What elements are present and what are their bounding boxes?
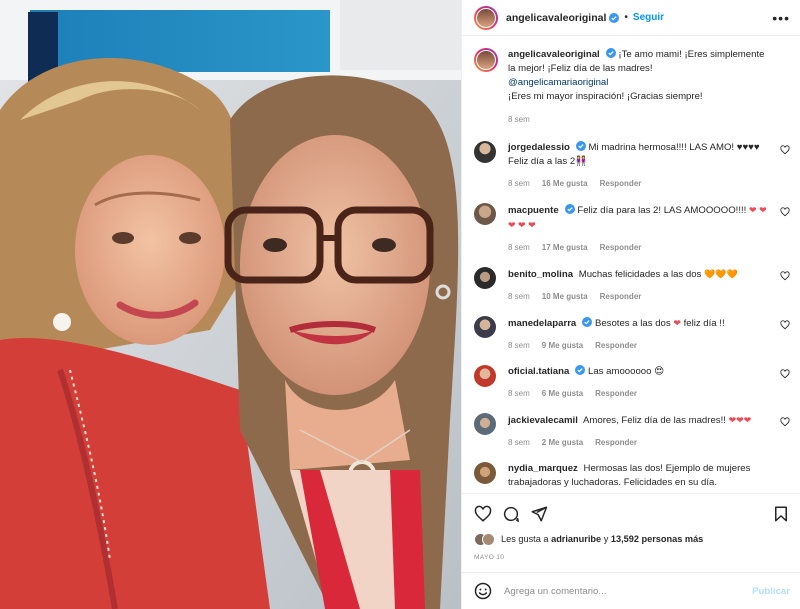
reply-button[interactable]: Responder <box>595 339 637 353</box>
caption: angelicavaleoriginal ¡Te amo mami! ¡Eres… <box>474 48 790 127</box>
comment-icon[interactable] <box>502 505 520 523</box>
comment-item: nydia_marquez Hermosas las dos! Ejemplo … <box>474 462 790 490</box>
comment-likes[interactable]: 17 Me gusta <box>542 241 588 255</box>
comment-item: benito_molina Muchas felicidades a las d… <box>474 267 790 304</box>
post-author-username[interactable]: angelicavaleoriginal <box>506 12 606 24</box>
comment-time[interactable]: 8 sem <box>508 387 530 401</box>
publish-button[interactable]: Publicar <box>752 586 790 597</box>
heart-icon[interactable] <box>780 417 790 427</box>
share-icon[interactable] <box>530 505 548 523</box>
avatar[interactable] <box>474 48 498 72</box>
comment-item: jackievalecamil Amores, Feliz día de las… <box>474 413 790 450</box>
comment-item: oficial.tatiana Las amoooooo 😍 8 sem 6 M… <box>474 365 790 401</box>
comment-hearts: 🧡🧡🧡 <box>704 269 738 279</box>
verified-icon <box>582 317 593 327</box>
caption-time[interactable]: 8 sem <box>508 113 530 127</box>
comment-item: manedelaparra Besotes a las dos ❤ feliz … <box>474 316 790 353</box>
post-viewer: angelicavaleoriginal • Seguir ••• angeli… <box>0 0 800 609</box>
post-photo[interactable] <box>0 0 461 609</box>
likes-conj: y <box>603 534 609 544</box>
comment-text: Las amoooooo 😍 <box>587 366 665 377</box>
comment-text: Muchas felicidades a las dos <box>578 269 702 280</box>
comment-time[interactable]: 8 sem <box>508 339 530 353</box>
reply-button[interactable]: Responder <box>600 290 642 304</box>
avatar[interactable] <box>482 532 495 546</box>
more-options-icon[interactable]: ••• <box>772 10 790 26</box>
comment-likes[interactable]: 16 Me gusta <box>542 177 588 191</box>
comment-item: jorgedalessio Mi madrina hermosa!!!! LAS… <box>474 141 790 191</box>
avatar[interactable] <box>474 141 496 163</box>
caption-text-2: ¡Eres mi mayor inspiración! ¡Gracias sie… <box>508 91 703 102</box>
comment-username[interactable]: jorgedalessio <box>508 142 570 153</box>
comment-username[interactable]: jackievalecamil <box>508 415 578 426</box>
comment-likes[interactable]: 6 Me gusta <box>542 387 583 401</box>
heart-icon[interactable] <box>780 271 790 281</box>
avatar[interactable] <box>474 267 496 289</box>
heart-icon[interactable] <box>474 505 492 523</box>
avatar[interactable] <box>474 316 496 338</box>
comment-username[interactable]: benito_molina <box>508 269 573 280</box>
avatar[interactable] <box>474 365 496 387</box>
heart-icon[interactable] <box>780 145 790 155</box>
emoji-icon[interactable] <box>474 582 492 600</box>
verified-icon <box>575 365 586 375</box>
avatar[interactable] <box>474 5 498 30</box>
comment-likes[interactable]: 2 Me gusta <box>542 436 583 450</box>
caption-body: angelicavaleoriginal ¡Te amo mami! ¡Eres… <box>508 48 790 127</box>
comment-text: Feliz día para las 2! LAS AMOOOOO!!!! <box>577 205 747 216</box>
comment-likes[interactable]: 10 Me gusta <box>542 290 588 304</box>
comment-input[interactable] <box>504 585 753 597</box>
likes-count[interactable]: 13,592 personas más <box>611 534 703 544</box>
verified-icon <box>605 48 616 58</box>
add-comment-bar: Publicar <box>462 572 800 609</box>
comment-likes[interactable]: 9 Me gusta <box>542 339 583 353</box>
post-actions: Les gusta a adrianuribe y 13,592 persona… <box>462 493 800 566</box>
reply-button[interactable]: Responder <box>595 387 637 401</box>
likes-prefix: Les gusta a <box>501 534 549 544</box>
post-side-panel: angelicavaleoriginal • Seguir ••• angeli… <box>461 0 800 609</box>
reply-button[interactable]: Responder <box>600 241 642 255</box>
comment-username[interactable]: oficial.tatiana <box>508 366 569 377</box>
post-date[interactable]: MAYO 10 <box>474 554 790 566</box>
caption-username[interactable]: angelicavaleoriginal <box>508 49 600 60</box>
reply-button[interactable]: Responder <box>595 436 637 450</box>
caption-mention[interactable]: @angelicamariaoriginal <box>508 77 608 88</box>
likes-user[interactable]: adrianuribe <box>551 534 601 544</box>
post-header: angelicavaleoriginal • Seguir ••• <box>462 0 800 36</box>
comment-username[interactable]: nydia_marquez <box>508 463 578 474</box>
verified-icon <box>575 141 586 151</box>
comment-text: Besotes a las dos <box>594 318 671 329</box>
separator-dot: • <box>624 12 628 23</box>
comment-text: Amores, Feliz día de las madres!! <box>583 415 726 426</box>
avatar[interactable] <box>474 462 496 484</box>
comment-username[interactable]: macpuente <box>508 205 559 216</box>
avatar[interactable] <box>474 413 496 435</box>
comment-time[interactable]: 8 sem <box>508 177 530 191</box>
selfie-image <box>0 0 461 609</box>
comment-hearts: ❤ <box>673 318 681 328</box>
comment-item: macpuente Feliz día para las 2! LAS AMOO… <box>474 203 790 255</box>
comment-time[interactable]: 8 sem <box>508 241 530 255</box>
heart-icon[interactable] <box>780 320 790 330</box>
heart-icon[interactable] <box>780 207 790 217</box>
comment-time[interactable]: 8 sem <box>508 290 530 304</box>
reply-button[interactable]: Responder <box>600 177 642 191</box>
avatar[interactable] <box>474 203 496 225</box>
bookmark-icon[interactable] <box>772 505 790 523</box>
comments-list[interactable]: angelicavaleoriginal ¡Te amo mami! ¡Eres… <box>462 36 800 493</box>
comment-text-2: feliz día !! <box>683 318 725 329</box>
comment-hearts: ❤❤❤ <box>728 415 752 425</box>
verified-icon <box>564 204 575 214</box>
comment-time[interactable]: 8 sem <box>508 436 530 450</box>
comment-username[interactable]: manedelaparra <box>508 318 576 329</box>
heart-icon[interactable] <box>780 369 790 379</box>
likes-summary: Les gusta a adrianuribe y 13,592 persona… <box>474 530 790 548</box>
follow-button[interactable]: Seguir <box>633 12 664 23</box>
verified-icon <box>609 12 620 23</box>
action-icons <box>474 500 790 528</box>
